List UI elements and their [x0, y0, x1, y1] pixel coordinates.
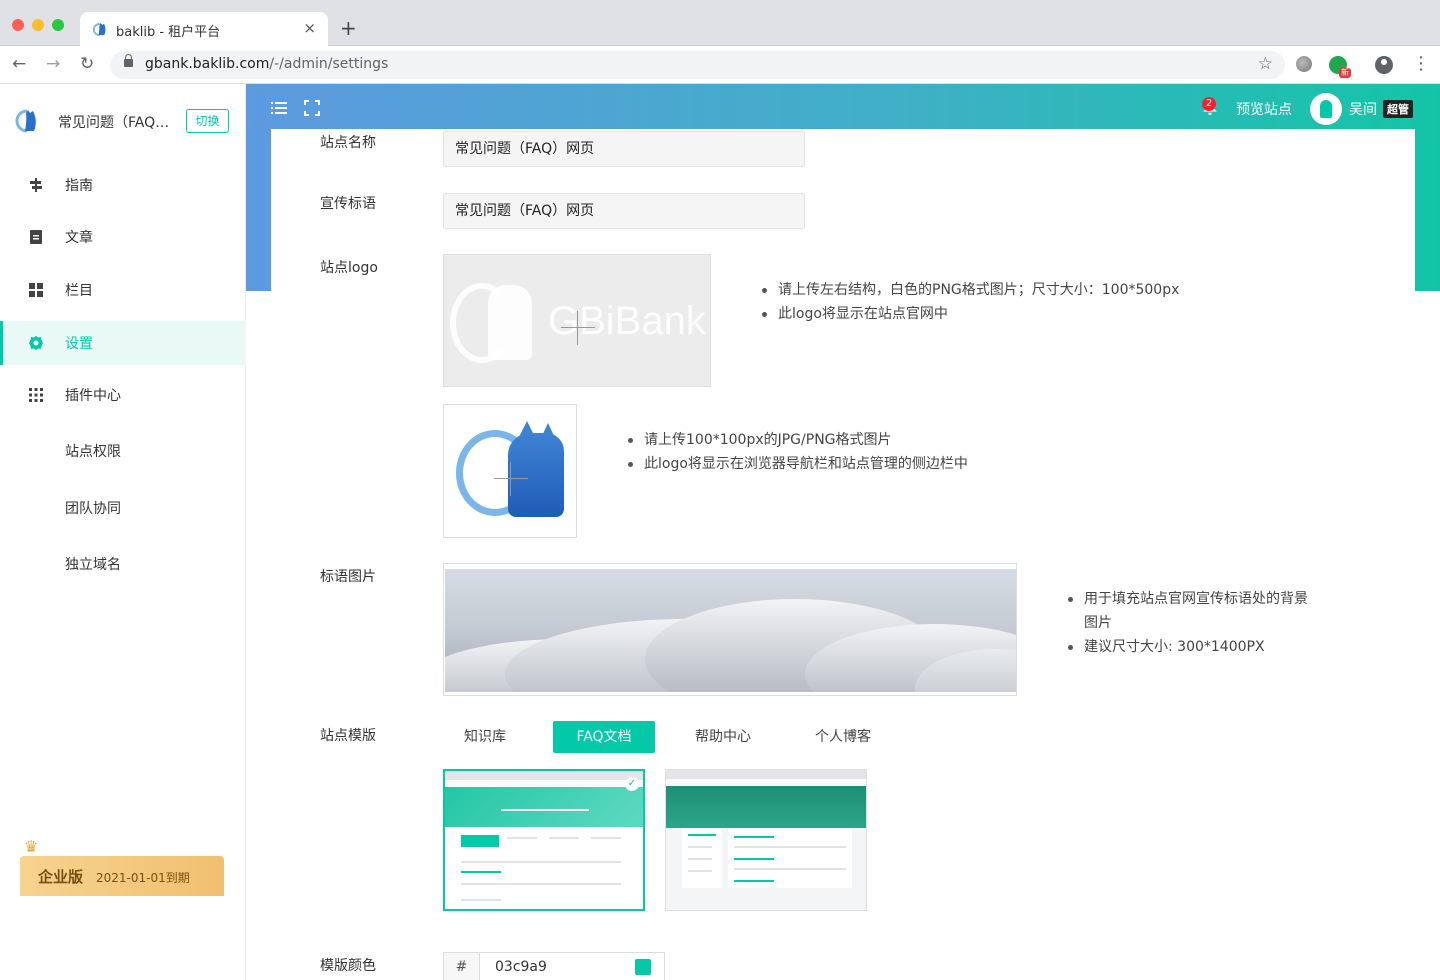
maximize-window-button[interactable]	[52, 19, 64, 31]
upload-plus-icon	[561, 311, 595, 345]
color-value: 03c9a9	[495, 959, 547, 975]
apps-icon	[29, 388, 43, 402]
new-tab-button[interactable]: +	[340, 16, 357, 40]
banner-label: 标语图片	[320, 569, 376, 585]
preview-site-link[interactable]: 预览站点	[1236, 99, 1292, 119]
extension-globe-icon[interactable]	[1296, 56, 1312, 72]
current-site-name: 常见问题（FAQ）网页	[58, 115, 176, 131]
notification-count: 2	[1202, 97, 1216, 111]
plan-expiry: 2021-01-01到期	[96, 871, 190, 885]
reload-icon[interactable]: ↻	[80, 54, 94, 74]
sidebar-item-articles[interactable]: 文章	[0, 215, 246, 259]
tab-faq-docs[interactable]: FAQ文档	[553, 721, 655, 753]
color-swatch[interactable]	[635, 959, 651, 975]
site-logo-hints: 请上传左右结构，白色的PNG格式图片；尺寸大小：100*500px 此logo将…	[760, 278, 1179, 326]
site-icon-upload[interactable]	[443, 404, 577, 538]
browser-tab[interactable]: baklib - 租户平台 ×	[80, 12, 328, 46]
sidebar-item-label: 设置	[65, 336, 93, 352]
template-color-input[interactable]: # 03c9a9	[443, 952, 665, 980]
document-icon	[30, 230, 42, 244]
sidebar-item-guide[interactable]: 指南	[0, 163, 246, 207]
banner-image	[445, 569, 1016, 692]
site-logo-icon	[15, 109, 36, 133]
cat-ear-icon	[520, 421, 534, 435]
gear-icon	[29, 336, 43, 350]
baklib-favicon-icon	[93, 22, 106, 37]
banner-image-upload[interactable]	[443, 563, 1017, 696]
bookmark-star-icon[interactable]: ☆	[1258, 54, 1273, 74]
tab-personal-blog[interactable]: 个人博客	[804, 721, 882, 753]
site-logo-upload[interactable]: GBiBank	[443, 254, 711, 387]
site-name-label: 站点名称	[320, 135, 376, 151]
tab-knowledge-base[interactable]: 知识库	[446, 721, 524, 753]
avatar[interactable]	[1310, 93, 1342, 125]
signpost-icon	[30, 178, 42, 192]
logo-preview-cat-icon	[488, 285, 532, 360]
browser-menu-icon[interactable]: ⋮	[1412, 54, 1430, 74]
banner-hints: 用于填充站点官网宣传标语处的背景图片 建议尺寸大小: 300*1400PX	[1066, 587, 1316, 659]
site-icon-hints: 请上传100*100px的JPG/PNG格式图片 此logo将显示在浏览器导航栏…	[626, 428, 968, 476]
url-host: gbank.baklib.com	[145, 56, 270, 72]
profile-avatar-icon[interactable]	[1375, 56, 1393, 74]
slogan-input[interactable]: 常见问题（FAQ）网页	[443, 193, 805, 229]
lock-icon	[124, 54, 133, 67]
hint-item: 用于填充站点官网宣传标语处的背景图片	[1066, 587, 1316, 635]
plan-name: 企业版	[38, 868, 84, 886]
back-icon[interactable]: ←	[12, 54, 26, 74]
template-color-label: 模版颜色	[320, 958, 376, 974]
user-name[interactable]: 吴间	[1349, 99, 1377, 119]
tab-help-center[interactable]: 帮助中心	[684, 721, 762, 753]
site-name-input[interactable]: 常见问题（FAQ）网页	[443, 131, 805, 167]
tab-close-icon[interactable]: ×	[303, 19, 316, 37]
fullscreen-icon[interactable]	[304, 100, 320, 116]
sidebar-item-label: 文章	[65, 230, 93, 246]
slogan-label: 宣传标语	[320, 196, 376, 212]
sidebar-item-columns[interactable]: 栏目	[0, 268, 246, 312]
tab-title: baklib - 租户平台	[116, 25, 221, 40]
selected-check-icon: ✓	[625, 777, 639, 791]
sidebar-item-plugins[interactable]: 插件中心	[0, 373, 246, 417]
hint-item: 请上传左右结构，白色的PNG格式图片；尺寸大小：100*500px	[760, 278, 1179, 302]
sidebar-item-label: 栏目	[65, 283, 93, 299]
cat-ear-icon	[542, 423, 554, 436]
url-path: /-/admin/settings	[269, 56, 389, 72]
minimize-window-button[interactable]	[32, 19, 44, 31]
crown-icon: ♛	[24, 837, 39, 856]
sidebar-item-domain[interactable]: 独立域名	[65, 554, 121, 574]
template-preview-faq[interactable]: ✓	[443, 769, 645, 911]
url-text[interactable]: gbank.baklib.com/-/admin/settings	[145, 56, 388, 72]
user-role-badge: 超管	[1383, 100, 1413, 118]
extension-badge: 新	[1339, 68, 1351, 78]
browser-toolbar: ← → ↻ gbank.baklib.com/-/admin/settings …	[0, 46, 1440, 84]
forward-icon[interactable]: →	[46, 54, 60, 74]
sidebar-item-label: 插件中心	[65, 388, 121, 404]
sidebar-item-team[interactable]: 团队协同	[65, 498, 121, 518]
site-logo-label: 站点logo	[320, 260, 378, 276]
hint-item: 请上传100*100px的JPG/PNG格式图片	[626, 428, 968, 452]
sidebar-item-label: 指南	[65, 178, 93, 194]
menu-toggle-icon[interactable]	[271, 100, 287, 116]
plan-badge[interactable]: 企业版 2021-01-01到期	[20, 856, 224, 896]
hint-item: 建议尺寸大小: 300*1400PX	[1066, 635, 1316, 659]
sidebar-item-site-permissions[interactable]: 站点权限	[65, 441, 121, 461]
address-bar[interactable]: gbank.baklib.com/-/admin/settings ☆	[110, 51, 1285, 79]
switch-site-button[interactable]: 切换	[186, 109, 229, 133]
hint-item: 此logo将显示在站点官网中	[760, 302, 1179, 326]
upload-plus-icon	[494, 462, 528, 496]
hash-prefix: #	[444, 953, 480, 980]
hint-item: 此logo将显示在浏览器导航栏和站点管理的侧边栏中	[626, 452, 968, 476]
template-label: 站点模版	[320, 728, 376, 744]
grid-icon	[29, 283, 43, 297]
template-preview-help[interactable]	[665, 769, 867, 911]
browser-titlebar: baklib - 租户平台 × +	[0, 0, 1440, 46]
sidebar-item-settings[interactable]: 设置	[0, 321, 246, 365]
close-window-button[interactable]	[12, 19, 24, 31]
